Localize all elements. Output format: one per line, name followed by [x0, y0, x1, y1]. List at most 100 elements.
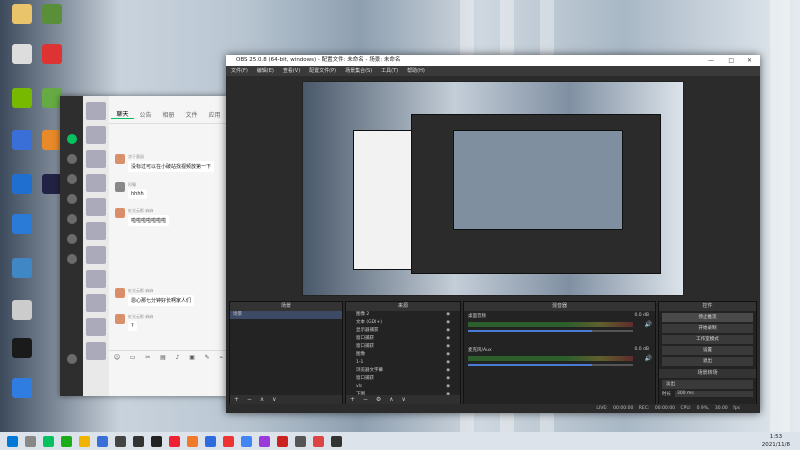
taskbar-app-icon[interactable]	[295, 435, 306, 447]
desktop-icon[interactable]	[30, 2, 74, 40]
list-item[interactable]	[86, 222, 106, 240]
scene-item[interactable]: 场景	[230, 311, 342, 319]
menu-edit[interactable]: 编辑(E)	[257, 66, 274, 76]
source-item[interactable]: 浏览器文字幕 ◉	[346, 367, 460, 375]
tab-files[interactable]: 文件	[180, 110, 203, 119]
star-nav-icon[interactable]	[66, 254, 77, 264]
eye-icon[interactable]: ◉	[446, 319, 450, 327]
eye-icon[interactable]: ◉	[446, 383, 450, 391]
dock-toolbar[interactable]: + − ⚙ ∧ ∨	[346, 395, 460, 404]
avatar[interactable]	[115, 288, 125, 298]
contacts-nav-icon[interactable]	[66, 154, 77, 164]
apps-nav-icon[interactable]	[66, 234, 77, 244]
list-item[interactable]	[86, 246, 106, 264]
eye-icon[interactable]: ◉	[446, 359, 450, 367]
volume-slider[interactable]	[468, 330, 633, 332]
desktop-icon[interactable]	[0, 256, 44, 294]
desktop-icon[interactable]	[0, 298, 44, 336]
speaker-icon[interactable]: 🔊	[645, 355, 652, 362]
source-item[interactable]: 显示器捕获 ◉	[346, 327, 460, 335]
taskbar-app-icon[interactable]	[115, 435, 126, 447]
music-icon[interactable]: ♪	[176, 354, 180, 361]
desktop-icon[interactable]	[0, 336, 44, 374]
list-item[interactable]	[86, 294, 106, 312]
menu-view[interactable]: 查看(V)	[283, 66, 300, 76]
avatar[interactable]	[115, 314, 125, 324]
transition-select[interactable]: 淡出	[662, 380, 753, 389]
folder-icon[interactable]: ▤	[160, 354, 166, 361]
eye-icon[interactable]: ◉	[446, 351, 450, 359]
chrome-icon[interactable]	[241, 435, 252, 447]
files-nav-icon[interactable]	[66, 194, 77, 204]
eye-icon[interactable]: ◉	[446, 375, 450, 383]
speaker-icon[interactable]: 🔊	[645, 321, 652, 328]
obs-icon[interactable]	[151, 435, 162, 447]
volume-slider[interactable]	[468, 364, 633, 366]
source-item[interactable]: 1-1 ◉	[346, 359, 460, 367]
source-item[interactable]: 图像 2 ◉	[346, 311, 460, 319]
emoji-icon[interactable]: ☺	[114, 354, 120, 361]
scissors-icon[interactable]: ✂	[145, 354, 150, 361]
moments-nav-icon[interactable]	[66, 214, 77, 224]
desktop-icon[interactable]	[0, 212, 44, 250]
tab-album[interactable]: 相册	[157, 110, 180, 119]
eye-icon[interactable]: ◉	[446, 327, 450, 335]
start-icon[interactable]	[7, 435, 18, 447]
preview-canvas[interactable]	[302, 81, 684, 296]
eye-icon[interactable]: ◉	[446, 367, 450, 375]
list-item[interactable]	[86, 318, 106, 336]
avatar[interactable]	[115, 182, 125, 192]
list-item[interactable]	[86, 150, 106, 168]
settings-nav-icon[interactable]	[66, 354, 77, 364]
eye-icon[interactable]: ◉	[446, 311, 450, 319]
source-item[interactable]: 窗口捕获 ◉	[346, 375, 460, 383]
taskbar-app-icon[interactable]	[205, 435, 216, 447]
list-item[interactable]	[86, 270, 106, 288]
source-item[interactable]: 文本 (GDI+) ◉	[346, 319, 460, 327]
screenshot-icon[interactable]: ▭	[130, 354, 136, 361]
minimize-button[interactable]: —	[708, 55, 714, 66]
settings-button[interactable]: 设置	[662, 346, 753, 355]
eye-icon[interactable]: ◉	[446, 335, 450, 343]
close-button[interactable]: ✕	[747, 55, 752, 66]
tab-chat[interactable]: 聊天	[111, 109, 134, 119]
taskbar-app-icon[interactable]	[61, 435, 72, 447]
taskbar-app-icon[interactable]	[133, 435, 144, 447]
stop-streaming-button[interactable]: 停止推流	[662, 313, 753, 322]
desktop-icon[interactable]	[0, 376, 44, 414]
obs-window[interactable]: OBS 25.0.8 (64-bit, windows) - 配置文件: 未命名…	[226, 55, 760, 413]
exit-button[interactable]: 退出	[662, 357, 753, 366]
source-item[interactable]: 窗口捕获 ◉	[346, 343, 460, 351]
menu-scene-collection[interactable]: 场景集合(S)	[345, 66, 372, 76]
menu-profile[interactable]: 配置文件(P)	[309, 66, 336, 76]
eye-icon[interactable]: ◉	[446, 343, 450, 351]
favorites-nav-icon[interactable]	[66, 174, 77, 184]
list-item[interactable]	[86, 126, 106, 144]
source-item[interactable]: vlc ◉	[346, 383, 460, 391]
edit-icon[interactable]: ✎	[205, 354, 210, 361]
taskbar-app-icon[interactable]	[313, 435, 324, 447]
list-item[interactable]	[86, 342, 106, 360]
menu-help[interactable]: 帮助(H)	[407, 66, 425, 76]
desktop-icon[interactable]	[30, 42, 74, 80]
avatar[interactable]	[115, 208, 125, 218]
dock-toolbar[interactable]: + − ∧ ∨	[230, 395, 342, 404]
image-icon[interactable]: ▣	[189, 354, 195, 361]
tab-apps[interactable]: 应用	[203, 110, 226, 119]
system-clock[interactable]: 1:53 2021/11/8	[762, 433, 790, 449]
list-item[interactable]	[86, 198, 106, 216]
voice-icon[interactable]: ⌁	[219, 354, 223, 361]
tab-announcement[interactable]: 公告	[134, 110, 157, 119]
menu-file[interactable]: 文件(F)	[231, 66, 248, 76]
taskbar-app-icon[interactable]	[259, 435, 270, 447]
search-icon[interactable]	[25, 435, 36, 447]
studio-mode-button[interactable]: 工作室模式	[662, 335, 753, 344]
list-item[interactable]	[86, 102, 106, 120]
duration-input[interactable]: 300 ms	[675, 391, 753, 397]
wechat-icon[interactable]	[43, 435, 54, 447]
taskbar-app-icon[interactable]	[187, 435, 198, 447]
menu-tools[interactable]: 工具(T)	[381, 66, 398, 76]
taskbar-app-icon[interactable]	[169, 435, 180, 447]
start-recording-button[interactable]: 开始录制	[662, 324, 753, 333]
avatar[interactable]	[115, 154, 125, 164]
